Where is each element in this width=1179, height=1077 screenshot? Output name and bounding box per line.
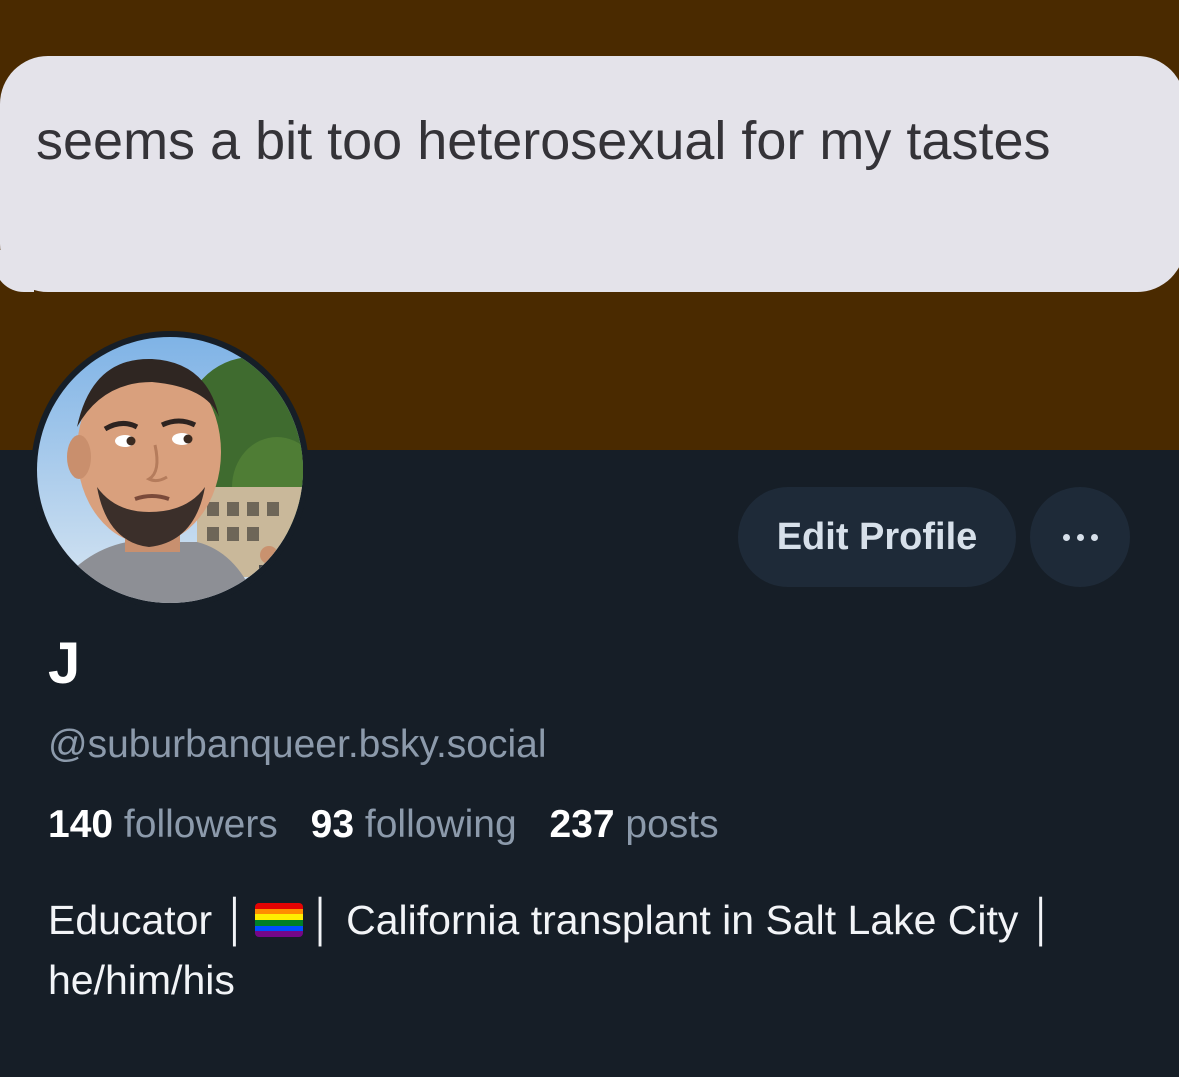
message-bubble-tail <box>0 250 34 292</box>
following-count: 93 <box>310 803 355 846</box>
profile-stats: 140 followers 93 following 237 posts <box>48 800 741 850</box>
display-name: J <box>48 631 81 696</box>
following-label: following <box>364 803 517 846</box>
more-options-button[interactable] <box>1030 487 1130 587</box>
following-stat[interactable]: 93 following <box>311 803 517 846</box>
ellipsis-icon <box>1062 533 1098 541</box>
followers-label: followers <box>123 803 278 846</box>
avatar[interactable] <box>31 331 309 609</box>
posts-label: posts <box>625 803 719 846</box>
posts-stat: 237 posts <box>550 803 719 846</box>
followers-stat[interactable]: 140 followers <box>48 803 278 846</box>
edit-profile-button[interactable]: Edit Profile <box>738 487 1016 587</box>
profile-bio: Educator │ │ California transplant in Sal… <box>48 890 1108 1010</box>
posts-count: 237 <box>549 803 615 846</box>
message-bubble-text: seems a bit too heterosexual for my tast… <box>36 111 1051 171</box>
avatar-photo <box>37 337 303 603</box>
bio-text-part1: Educator │ <box>48 897 250 943</box>
message-bubble: seems a bit too heterosexual for my tast… <box>0 56 1179 292</box>
profile-handle: @suburbanqueer.bsky.social <box>48 723 547 766</box>
rainbow-flag-icon <box>255 903 304 937</box>
followers-count: 140 <box>48 803 114 846</box>
